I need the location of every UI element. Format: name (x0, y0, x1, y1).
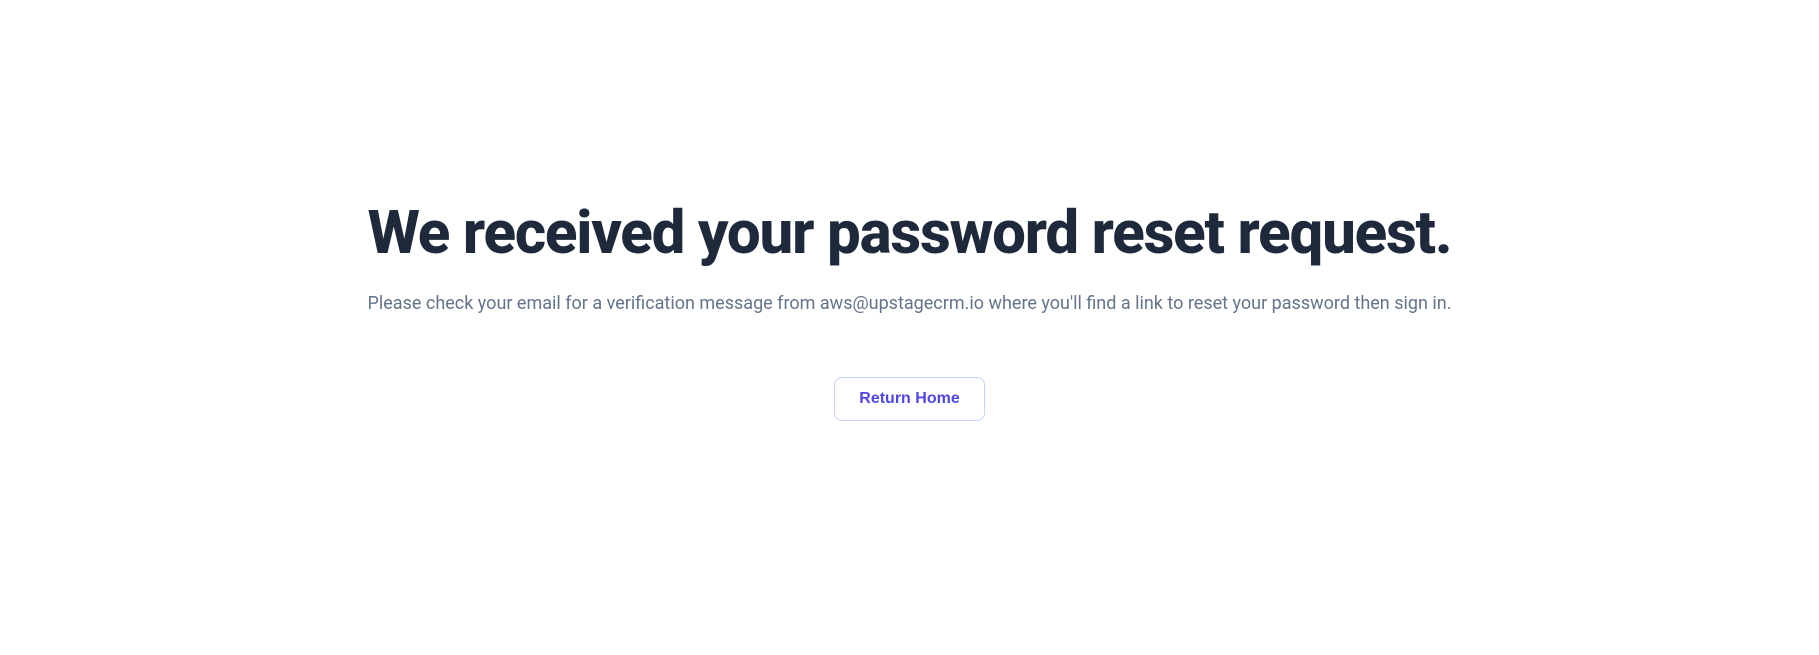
page-description: Please check your email for a verificati… (368, 290, 1452, 317)
return-home-button[interactable]: Return Home (834, 377, 984, 421)
page-heading: We received your password reset request. (368, 200, 1452, 266)
